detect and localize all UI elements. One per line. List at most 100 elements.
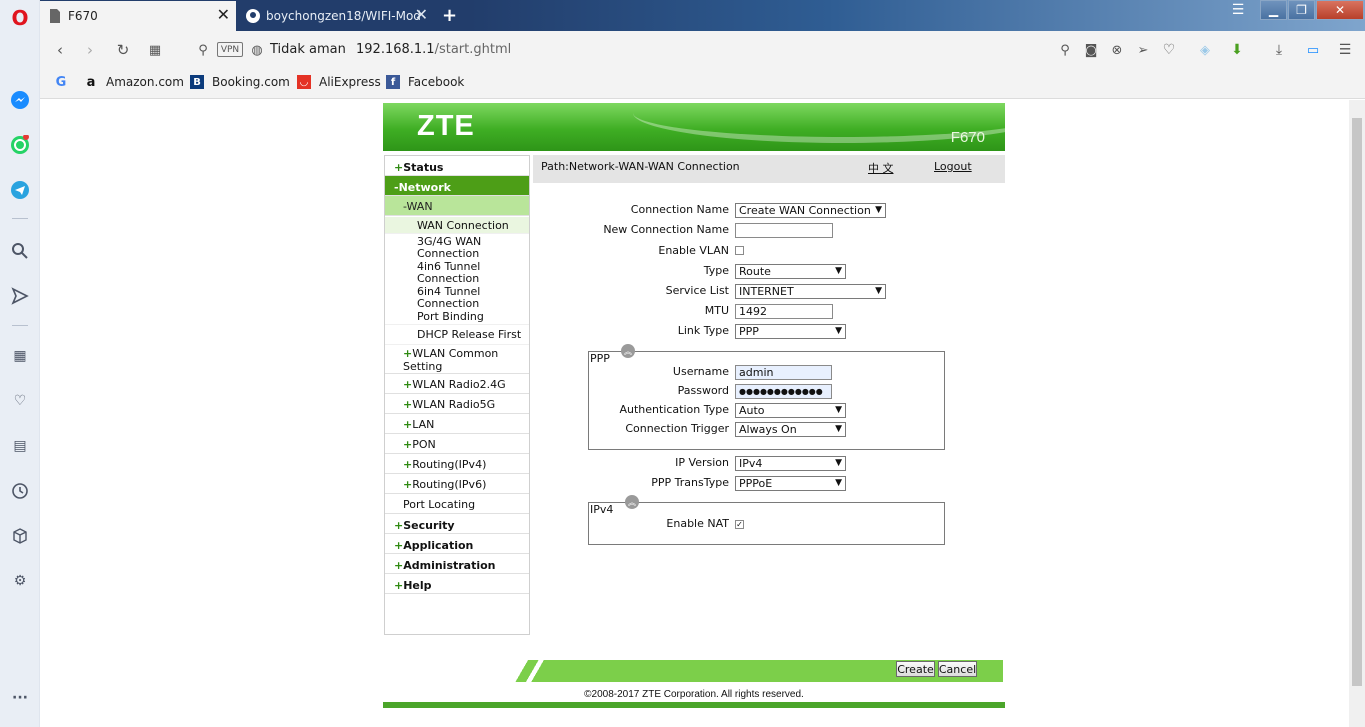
- password-input[interactable]: ●●●●●●●●●●●●: [735, 384, 832, 399]
- footer-notch: [507, 660, 547, 682]
- bookmark-heart-icon[interactable]: ♡: [1159, 40, 1179, 60]
- service-list-select[interactable]: INTERNET ▼: [735, 284, 886, 299]
- bookmark-booking[interactable]: B Booking.com: [190, 75, 290, 89]
- menu-status[interactable]: +Status: [385, 156, 529, 176]
- messenger-icon[interactable]: [10, 90, 30, 110]
- opera-logo-icon[interactable]: O: [10, 6, 30, 30]
- bookmark-facebook[interactable]: f Facebook: [386, 75, 464, 89]
- type-select[interactable]: Route ▼: [735, 264, 846, 279]
- sidebar-divider: [12, 325, 28, 326]
- block-ads-icon[interactable]: ⊗: [1107, 40, 1127, 60]
- menu-wan[interactable]: -WAN: [385, 196, 529, 216]
- menu-wlan-24[interactable]: +WLAN Radio2.4G: [385, 374, 529, 394]
- download-green-icon[interactable]: ⬇: [1227, 40, 1247, 60]
- heart-icon[interactable]: ♡: [10, 391, 30, 411]
- tab-f670[interactable]: F670 ✕: [40, 1, 236, 31]
- path-bar: Path:Network-WAN-WAN Connection 中 文 Logo…: [533, 155, 1005, 183]
- menu-network[interactable]: -Network: [385, 176, 529, 196]
- menu-routing-ipv6[interactable]: +Routing(IPv6): [385, 474, 529, 494]
- more-icon[interactable]: ···: [10, 688, 30, 708]
- menu-help[interactable]: +Help: [385, 574, 529, 594]
- tab-github[interactable]: boychongzen18/WIFI-Mod ✕: [238, 1, 434, 31]
- send-page-icon[interactable]: ➢: [1133, 40, 1153, 60]
- menu-port-binding[interactable]: Port Binding: [385, 309, 529, 325]
- menu-administration[interactable]: +Administration: [385, 554, 529, 574]
- collapse-ppp-icon[interactable]: ︽: [621, 344, 635, 358]
- minimize-button[interactable]: ▁: [1260, 0, 1287, 20]
- google-bookmark[interactable]: G: [54, 75, 76, 90]
- ppp-transtype-select[interactable]: PPPoE ▼: [735, 476, 846, 491]
- create-button[interactable]: Create: [896, 661, 935, 677]
- menu-pon[interactable]: +PON: [385, 434, 529, 454]
- menu-3g4g-wan[interactable]: 3G/4G WAN Connection: [385, 234, 495, 260]
- service-list-label: Service List: [665, 284, 729, 297]
- conn-trigger-select[interactable]: Always On ▼: [735, 422, 846, 437]
- vpn-badge[interactable]: VPN: [217, 42, 243, 57]
- booking-icon: B: [190, 75, 204, 89]
- url-field[interactable]: 192.168.1.1/start.ghtml: [356, 42, 511, 57]
- menu-dhcp-release[interactable]: DHCP Release First: [385, 325, 529, 345]
- menu-wlan-common[interactable]: +WLAN Common Setting: [385, 345, 529, 374]
- enable-nat-checkbox[interactable]: ✓: [735, 520, 744, 529]
- whatsapp-icon[interactable]: [10, 135, 30, 155]
- easy-setup-icon[interactable]: ☰: [1335, 40, 1355, 60]
- battery-saver-icon[interactable]: ▭: [1303, 40, 1323, 60]
- link-type-select[interactable]: PPP ▼: [735, 324, 846, 339]
- logout-link[interactable]: Logout: [934, 160, 972, 173]
- zte-logo: ZTE: [417, 110, 475, 142]
- url-host: 192.168.1.1: [356, 42, 435, 57]
- router-menu: +Status -Network -WAN WAN Connection 3G/…: [384, 155, 530, 681]
- cancel-button[interactable]: Cancel: [938, 661, 977, 677]
- menu-port-locating[interactable]: Port Locating: [385, 494, 529, 514]
- menu-lan[interactable]: +LAN: [385, 414, 529, 434]
- enable-vlan-checkbox[interactable]: [735, 246, 744, 255]
- menu-routing-ipv4[interactable]: +Routing(IPv4): [385, 454, 529, 474]
- connection-name-select[interactable]: Create WAN Connection ▼: [735, 203, 886, 218]
- key-icon[interactable]: ⚲: [193, 40, 213, 60]
- bookmark-label: Amazon.com: [106, 75, 184, 89]
- menu-6in4-tunnel[interactable]: 6in4 Tunnel Connection: [385, 284, 495, 310]
- search-icon[interactable]: [10, 241, 30, 261]
- scrollbar-thumb[interactable]: [1352, 118, 1362, 686]
- news-icon[interactable]: ▤: [10, 436, 30, 456]
- search-page-icon[interactable]: ⚲: [1055, 40, 1075, 60]
- menu-4in6-tunnel[interactable]: 4in6 Tunnel Connection: [385, 259, 495, 285]
- maximize-button[interactable]: ❐: [1288, 0, 1315, 20]
- downloads-icon[interactable]: ⤓: [1269, 40, 1289, 60]
- menu-application[interactable]: +Application: [385, 534, 529, 554]
- extension-cube-icon[interactable]: ◈: [1195, 40, 1215, 60]
- auth-type-select[interactable]: Auto ▼: [735, 403, 846, 418]
- close-tab-icon[interactable]: ✕: [415, 7, 428, 23]
- chevron-down-icon: ▼: [835, 424, 842, 434]
- extensions-cube-icon[interactable]: [10, 526, 30, 546]
- language-link[interactable]: 中 文: [868, 160, 894, 176]
- collapse-ipv4-icon[interactable]: ︽: [625, 495, 639, 509]
- mtu-input[interactable]: 1492: [735, 304, 833, 319]
- chevron-down-icon: ▼: [835, 266, 842, 276]
- send-icon[interactable]: [10, 286, 30, 306]
- new-tab-button[interactable]: +: [442, 5, 457, 26]
- telegram-icon[interactable]: [10, 180, 30, 200]
- new-connection-name-input[interactable]: [735, 223, 833, 238]
- back-icon[interactable]: ‹: [50, 40, 70, 60]
- bookmark-amazon[interactable]: a Amazon.com: [84, 75, 184, 90]
- bookmark-aliexpress[interactable]: ◡ AliExpress: [297, 75, 381, 89]
- menu-wan-connection[interactable]: WAN Connection: [385, 217, 529, 234]
- history-icon[interactable]: [10, 481, 30, 501]
- reload-icon[interactable]: ↻: [113, 40, 133, 60]
- settings-gear-icon[interactable]: ⚙: [10, 571, 30, 591]
- username-input[interactable]: admin: [735, 365, 832, 380]
- ip-version-select[interactable]: IPv4 ▼: [735, 456, 846, 471]
- type-label: Type: [703, 264, 729, 277]
- speed-dial-icon[interactable]: ▦: [10, 346, 30, 366]
- menu-security[interactable]: +Security: [385, 514, 529, 534]
- forward-icon[interactable]: ›: [80, 40, 100, 60]
- close-window-button[interactable]: ✕: [1316, 0, 1364, 20]
- bookmark-label: Booking.com: [212, 75, 290, 89]
- menu-icon[interactable]: ☰: [1226, 0, 1250, 20]
- tabs-grid-icon[interactable]: ▦: [145, 40, 165, 60]
- snapshot-camera-icon[interactable]: ◙: [1081, 40, 1101, 60]
- security-status[interactable]: Tidak aman: [270, 42, 346, 57]
- menu-wlan-5g[interactable]: +WLAN Radio5G: [385, 394, 529, 414]
- close-tab-icon[interactable]: ✕: [217, 7, 230, 23]
